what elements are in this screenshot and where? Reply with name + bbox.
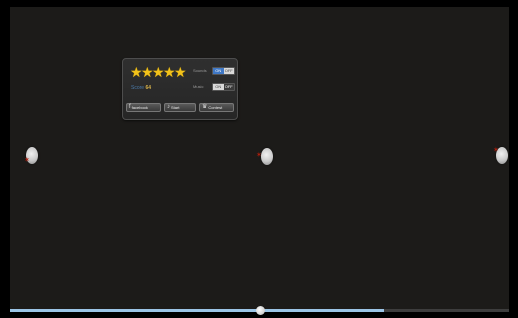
left-marker[interactable]: ✶ (24, 147, 38, 164)
sounds-toggle-on[interactable]: ON (213, 68, 224, 74)
pin-icon: ✶ (493, 147, 499, 154)
facebook-button-label: facebook (131, 105, 148, 110)
score-label: Score (131, 85, 145, 91)
music-toggle[interactable]: ON OFF (212, 83, 235, 91)
playback-scrub-handle[interactable] (255, 306, 265, 315)
score-readout: Score 64 (131, 85, 151, 91)
pin-icon: ✶ (256, 152, 262, 159)
star-icon: ★ (152, 64, 165, 80)
star-icon: ★ (130, 64, 143, 80)
sounds-toggle[interactable]: ON OFF (212, 67, 235, 75)
score-value: 64 (145, 85, 152, 91)
music-toggle-off[interactable]: OFF (223, 84, 234, 90)
hud-panel: ★ ★ ★ ★ ★ Score 64 Sounds ON OFF Music O… (122, 58, 238, 120)
star-icon: ★ (174, 64, 187, 80)
facebook-button[interactable]: f facebook (126, 103, 161, 112)
play-icon: ♪ (167, 104, 170, 110)
trophy-icon: ♛ (202, 104, 208, 110)
center-marker[interactable]: ✶ (256, 148, 273, 165)
star-rating: ★ ★ ★ ★ ★ (130, 64, 187, 80)
sounds-label: Sounds (193, 68, 207, 73)
playback-progress-fill (10, 309, 385, 312)
contest-button-label: Contest (208, 105, 223, 110)
sounds-toggle-off[interactable]: OFF (223, 68, 234, 74)
start-button-label: Start (171, 105, 180, 110)
start-button[interactable]: ♪ Start (164, 103, 196, 112)
game-stage[interactable]: ★ ★ ★ ★ ★ Score 64 Sounds ON OFF Music O… (10, 7, 509, 310)
star-icon: ★ (163, 64, 176, 80)
music-toggle-on[interactable]: ON (213, 84, 224, 90)
star-icon: ★ (141, 64, 154, 80)
right-marker[interactable]: ✶ (493, 147, 508, 164)
playback-progress-track[interactable] (10, 306, 509, 315)
pin-icon: ✶ (24, 157, 30, 164)
contest-button[interactable]: ♛ Contest (199, 103, 234, 112)
game-window: ★ ★ ★ ★ ★ Score 64 Sounds ON OFF Music O… (0, 0, 518, 318)
music-label: Music (193, 84, 204, 89)
facebook-icon: f (129, 104, 131, 110)
